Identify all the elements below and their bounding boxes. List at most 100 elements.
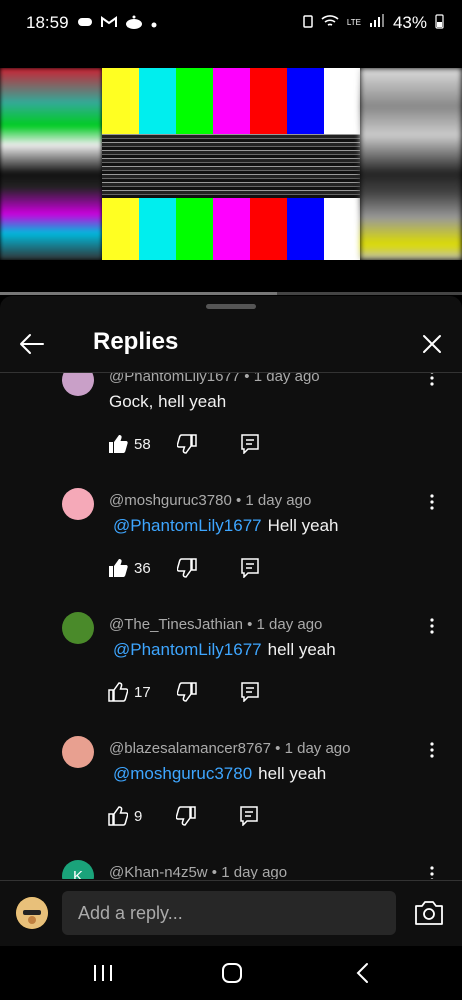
- reply-item: @moshguruc3780 • 1 day ago @PhantomLily1…: [0, 488, 462, 612]
- reply-button[interactable]: [240, 558, 259, 578]
- reply-mention[interactable]: @PhantomLily1677: [113, 516, 262, 535]
- video-blur-left: [0, 68, 102, 260]
- reply-button[interactable]: [240, 806, 259, 826]
- avatar[interactable]: [62, 373, 94, 396]
- reply-meta: @moshguruc3780 • 1 day ago: [109, 492, 312, 509]
- video-noise-band: [102, 134, 360, 198]
- reply-meta: @Khan-n4z5w • 1 day ago: [109, 864, 288, 879]
- back-arrow-icon: [20, 334, 44, 354]
- more-vert-icon: [430, 742, 434, 758]
- status-left: 18:59: [26, 13, 157, 33]
- like-filled-icon: [109, 559, 128, 577]
- dislike-button[interactable]: [176, 682, 197, 702]
- reply-time: 1 day ago: [253, 373, 320, 385]
- battery-icon: [435, 13, 444, 34]
- comment-icon: [240, 434, 259, 454]
- more-vert-icon: [430, 494, 434, 510]
- dislike-icon: [176, 682, 197, 702]
- reply-time: 1 day ago: [256, 616, 323, 633]
- dislike-button[interactable]: [176, 806, 197, 826]
- like-button[interactable]: 36: [108, 558, 151, 578]
- reply-mention[interactable]: @moshguruc3780: [113, 764, 252, 783]
- reply-input[interactable]: [62, 891, 396, 935]
- dislike-icon: [176, 806, 197, 826]
- reply-mention[interactable]: @PhantomLily1677: [113, 640, 262, 659]
- reply-author[interactable]: @moshguruc3780: [109, 492, 232, 509]
- more-options-button[interactable]: [420, 373, 444, 390]
- wifi-icon: [321, 13, 339, 33]
- reply-author[interactable]: @blazesalamancer8767: [109, 740, 271, 757]
- system-navbar: [0, 946, 462, 1000]
- reply-composer: [0, 880, 462, 951]
- like-button[interactable]: 58: [108, 434, 151, 454]
- drag-handle[interactable]: [206, 304, 256, 309]
- user-avatar: [16, 897, 48, 929]
- chevron-left-icon: [356, 963, 368, 983]
- reply-author[interactable]: @The_TinesJathian: [109, 616, 243, 633]
- video-progress-bar[interactable]: [0, 292, 462, 295]
- reply-text: Gock, hell yeah: [109, 392, 226, 412]
- reply-text: @PhantomLily1677 hell yeah: [109, 640, 336, 660]
- dislike-icon: [176, 558, 197, 578]
- camera-icon: [415, 901, 443, 925]
- clock: 18:59: [26, 13, 69, 32]
- reply-button[interactable]: [240, 682, 259, 702]
- reply-meta: @blazesalamancer8767 • 1 day ago: [109, 740, 351, 757]
- reply-time: 1 day ago: [284, 740, 351, 757]
- volte-icon: LTE: [346, 18, 361, 27]
- recents-button[interactable]: [88, 958, 118, 988]
- dislike-button[interactable]: [176, 434, 197, 454]
- status-right: LTE 43%: [303, 13, 444, 34]
- dislike-button[interactable]: [176, 558, 197, 578]
- avatar[interactable]: [62, 736, 94, 768]
- more-options-button[interactable]: [420, 738, 444, 762]
- game-controller-icon: [77, 16, 93, 31]
- reply-button[interactable]: [240, 434, 259, 454]
- reply-item: @PhantomLily1677 • 1 day ago Gock, hell …: [0, 373, 462, 488]
- reply-actions: 17: [108, 682, 259, 702]
- like-count: 9: [134, 807, 143, 825]
- reply-body: Hell yeah: [267, 516, 339, 535]
- reply-meta: @PhantomLily1677 • 1 day ago: [109, 373, 320, 385]
- reply-time: 1 day ago: [245, 492, 312, 509]
- close-button[interactable]: [414, 326, 450, 362]
- home-button[interactable]: [217, 958, 247, 988]
- reply-actions: 36: [108, 558, 259, 578]
- home-icon: [222, 963, 242, 983]
- video-blur-right: [360, 68, 462, 260]
- close-icon: [423, 335, 441, 353]
- back-button[interactable]: [14, 326, 50, 362]
- like-count: 17: [134, 683, 151, 701]
- reply-item: K @Khan-n4z5w • 1 day ago: [0, 860, 462, 879]
- video-player[interactable]: [0, 68, 462, 260]
- replies-list: @PhantomLily1677 • 1 day ago Gock, hell …: [0, 373, 462, 879]
- avatar[interactable]: [62, 612, 94, 644]
- back-nav-button[interactable]: [348, 958, 378, 988]
- reply-author[interactable]: @Khan-n4z5w: [109, 864, 208, 879]
- reply-item: @blazesalamancer8767 • 1 day ago @moshgu…: [0, 736, 462, 860]
- like-icon: [108, 806, 128, 826]
- sheet-header: Replies: [0, 316, 462, 372]
- reddit-icon: [125, 15, 143, 32]
- more-vert-icon: [430, 373, 434, 386]
- comment-icon: [240, 682, 259, 702]
- more-options-button[interactable]: [420, 862, 444, 879]
- avatar[interactable]: [62, 488, 94, 520]
- reply-time: 1 day ago: [221, 864, 288, 879]
- more-options-button[interactable]: [420, 614, 444, 638]
- more-vert-icon: [430, 866, 434, 879]
- like-button[interactable]: 9: [108, 806, 142, 826]
- more-vert-icon: [430, 618, 434, 634]
- battery-saver-icon: [303, 13, 313, 33]
- reply-body: hell yeah: [267, 640, 336, 659]
- dot-icon: [151, 16, 157, 31]
- reply-text: @moshguruc3780 hell yeah: [109, 764, 326, 784]
- camera-button[interactable]: [414, 899, 444, 927]
- like-button[interactable]: 17: [108, 682, 151, 702]
- comment-icon: [240, 558, 259, 578]
- avatar[interactable]: K: [62, 860, 94, 879]
- status-bar: 18:59 LTE 43%: [0, 0, 462, 46]
- more-options-button[interactable]: [420, 490, 444, 514]
- gmail-icon: [100, 15, 117, 31]
- reply-author[interactable]: @PhantomLily1677: [109, 373, 240, 385]
